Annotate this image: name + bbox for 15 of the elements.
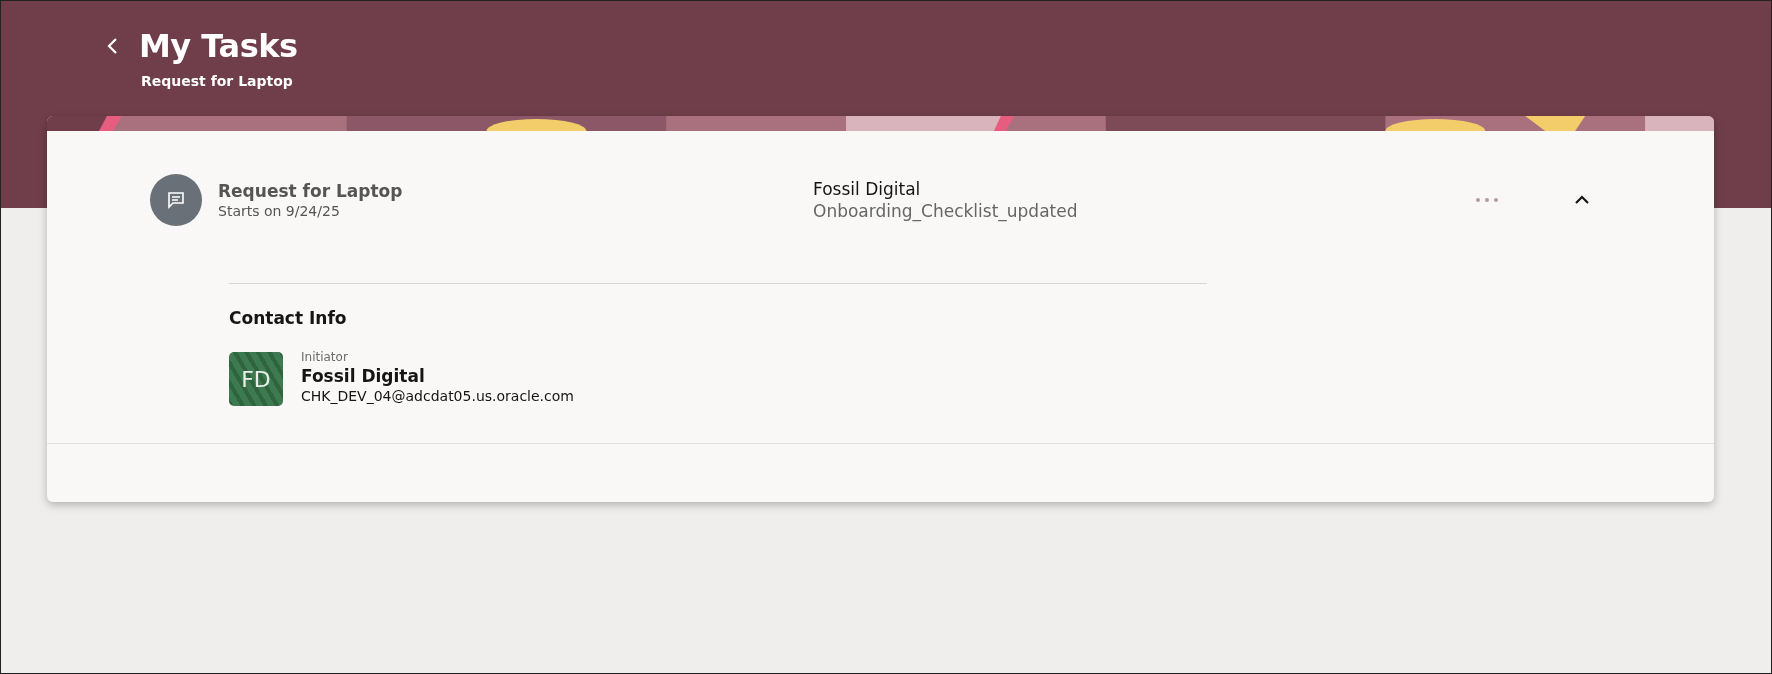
avatar: FD [229, 352, 283, 406]
contact-name: Fossil Digital [301, 366, 426, 386]
task-owner: Fossil Digital [813, 179, 922, 199]
task-start-date: Starts on 9/24/25 [218, 203, 341, 219]
chat-icon [167, 191, 185, 209]
page-subtitle: Request for Laptop [141, 73, 293, 89]
task-title: Request for Laptop [218, 181, 404, 201]
contact-email: CHK_DEV_04@adcdat05.us.oracle.com [301, 388, 574, 404]
page-title: My Tasks [139, 27, 298, 65]
contact-role: Initiator [301, 350, 349, 364]
section-heading: Contact Info [229, 308, 347, 328]
back-icon [106, 37, 118, 55]
chevron-icon [1574, 195, 1590, 205]
checklist-name: Onboarding_Checklist_updated [813, 201, 1079, 221]
more-icon [1476, 198, 1498, 202]
